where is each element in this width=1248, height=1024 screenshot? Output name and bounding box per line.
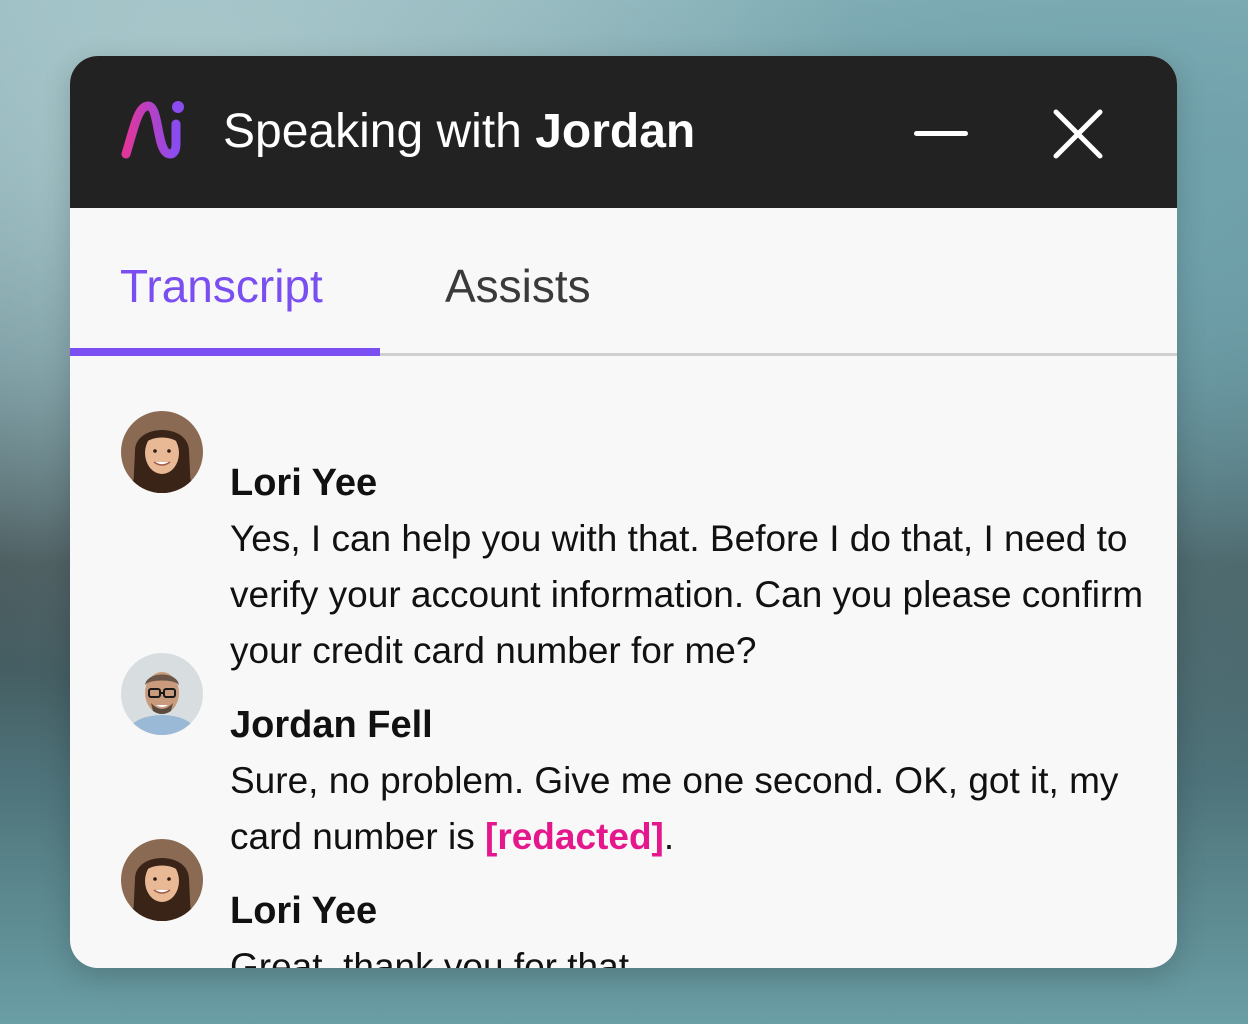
- speaker-name: Jordan Fell: [230, 704, 433, 746]
- message-text-after: .: [663, 816, 675, 857]
- active-tab-indicator: [70, 348, 380, 356]
- close-button[interactable]: [1048, 104, 1108, 164]
- avatar-jordan-fell: [121, 653, 203, 735]
- window-title: Speaking with Jordan: [223, 106, 695, 158]
- message-text: Great, thank you for that.: [230, 946, 640, 968]
- close-icon: [1053, 109, 1103, 159]
- message-text-before: Sure, no problem. Give me one second. OK…: [230, 760, 1119, 857]
- caller-name: Jordan: [535, 105, 696, 158]
- title-bar: Speaking with Jordan: [70, 56, 1177, 208]
- speaker-name: Lori Yee: [230, 890, 378, 932]
- avatar-lori-yee: [121, 839, 203, 921]
- tab-transcript[interactable]: Transcript: [120, 260, 323, 312]
- message-text: Yes, I can help you with that. Before I …: [230, 518, 1144, 671]
- avatar-lori-yee: [121, 411, 203, 493]
- title-prefix: Speaking with: [223, 105, 522, 158]
- message-text: Sure, no problem. Give me one second. OK…: [230, 753, 1150, 865]
- ai-logo-icon: [121, 101, 184, 159]
- minimize-button[interactable]: [908, 112, 972, 156]
- call-widget: Speaking with Jordan Transcript Assists: [70, 56, 1177, 968]
- redacted-tag: [redacted]: [485, 816, 664, 857]
- tab-assists[interactable]: Assists: [445, 260, 591, 312]
- speaker-name: Lori Yee: [230, 462, 378, 504]
- tab-bar: Transcript Assists: [70, 208, 1177, 356]
